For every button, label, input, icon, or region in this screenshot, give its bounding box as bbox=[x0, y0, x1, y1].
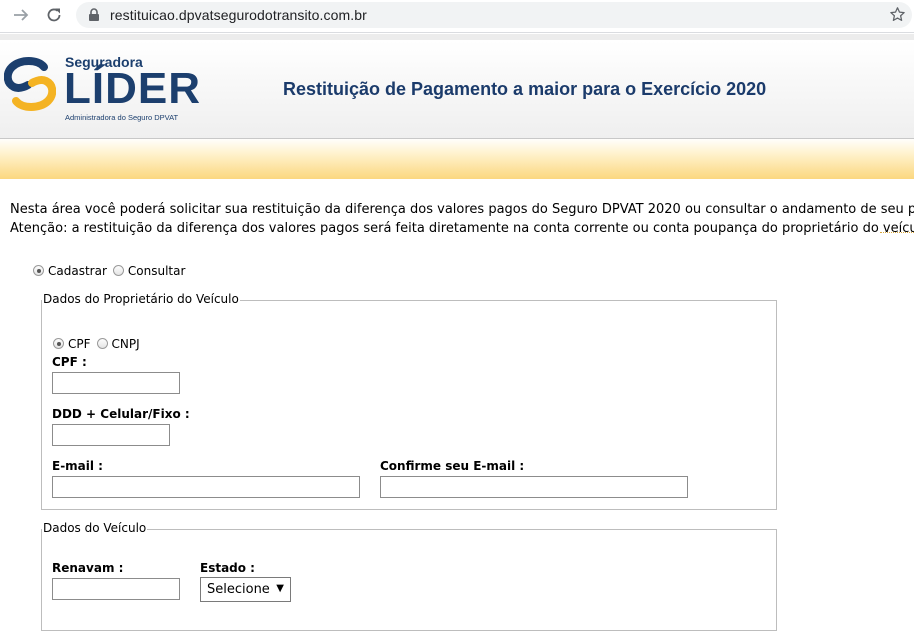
phone-input[interactable] bbox=[52, 424, 170, 446]
state-select[interactable]: Selecione ▼ bbox=[200, 577, 291, 602]
forward-button[interactable] bbox=[10, 4, 32, 26]
doc-type-selector: CPF CNPJ bbox=[53, 333, 140, 352]
renavam-input[interactable] bbox=[52, 578, 180, 600]
cpf-label: CPF : bbox=[52, 355, 87, 369]
radio-consultar[interactable] bbox=[112, 265, 124, 276]
url-text: restituicao.dpvatsegurodotransito.com.br bbox=[110, 7, 367, 23]
radio-consultar-label[interactable]: Consultar bbox=[128, 264, 186, 278]
reload-icon bbox=[47, 8, 61, 22]
page-title: Restituição de Pagamento a maior para o … bbox=[283, 79, 767, 99]
arrow-right-icon bbox=[14, 9, 29, 21]
email-input[interactable] bbox=[52, 476, 360, 498]
owner-legend: Dados do Proprietário do Veículo bbox=[42, 292, 240, 306]
toolbar-divider bbox=[0, 32, 914, 33]
state-select-value: Selecione bbox=[207, 582, 270, 597]
dropdown-arrow-icon: ▼ bbox=[276, 583, 284, 594]
radio-cpf-label[interactable]: CPF bbox=[68, 337, 91, 351]
cpf-input[interactable] bbox=[52, 372, 180, 394]
vehicle-legend: Dados do Veículo bbox=[42, 521, 148, 535]
yellow-banner bbox=[0, 139, 914, 179]
radio-cpf[interactable] bbox=[53, 338, 64, 349]
page-top-stripe bbox=[0, 34, 914, 40]
phone-label: DDD + Celular/Fixo : bbox=[52, 407, 190, 421]
address-bar[interactable]: restituicao.dpvatsegurodotransito.com.br bbox=[76, 2, 912, 28]
intro-line-1: Nesta área você poderá solicitar sua res… bbox=[10, 202, 914, 217]
bookmark-star-icon[interactable] bbox=[889, 6, 906, 23]
intro-line-2: Atenção: a restituição da diferença dos … bbox=[10, 221, 914, 236]
lider-emblem-icon bbox=[4, 57, 56, 111]
email-confirm-label: Confirme seu E-mail : bbox=[380, 459, 525, 473]
radio-cnpj-label[interactable]: CNPJ bbox=[112, 337, 140, 351]
logo-subtitle: Administradora do Seguro DPVAT bbox=[65, 113, 179, 122]
lider-logo[interactable]: Seguradora LÍDER Administradora do Segur… bbox=[4, 52, 200, 126]
lock-icon bbox=[89, 8, 99, 21]
email-confirm-input[interactable] bbox=[380, 476, 688, 498]
reload-button[interactable] bbox=[43, 4, 65, 26]
radio-cnpj[interactable] bbox=[96, 338, 108, 349]
browser-toolbar: restituicao.dpvatsegurodotransito.com.br bbox=[0, 0, 914, 30]
radio-cadastrar-label[interactable]: Cadastrar bbox=[48, 264, 107, 278]
logo-main-text: LÍDER bbox=[64, 64, 201, 113]
mode-selector: Cadastrar Consultar bbox=[33, 260, 185, 279]
renavam-label: Renavam : bbox=[52, 561, 124, 575]
radio-cadastrar[interactable] bbox=[33, 265, 44, 276]
state-label: Estado : bbox=[200, 561, 255, 575]
intro-text: Nesta área você poderá solicitar sua res… bbox=[10, 200, 914, 238]
email-label: E-mail : bbox=[52, 459, 103, 473]
dotted-divider bbox=[880, 232, 914, 233]
